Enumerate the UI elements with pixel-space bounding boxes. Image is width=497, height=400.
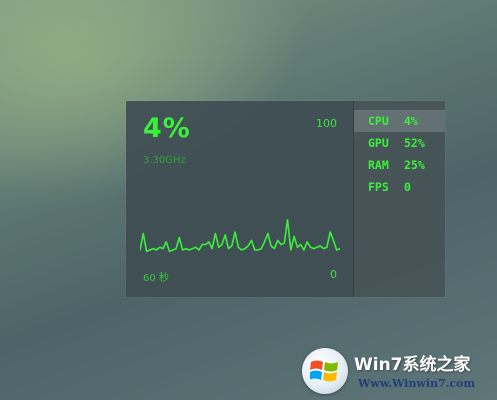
stat-value: 52% xyxy=(404,136,425,150)
graph-time-window: 60 秒 xyxy=(143,273,169,284)
stat-item-ram[interactable]: RAM 25% xyxy=(354,154,445,176)
stat-item-cpu[interactable]: CPU 4% xyxy=(354,110,445,132)
stat-label: RAM xyxy=(368,158,389,172)
watermark-site: Www.Winwin7.com xyxy=(358,377,476,390)
cpu-usage-line xyxy=(140,219,340,253)
stat-value: 0 xyxy=(404,180,411,194)
stat-value: 4% xyxy=(404,114,418,128)
windows-logo-icon xyxy=(302,348,348,394)
stat-label: GPU xyxy=(368,136,389,150)
graph-scale-min: 0 xyxy=(330,268,337,281)
stat-label: CPU xyxy=(368,114,389,128)
stat-value: 25% xyxy=(404,158,425,172)
graph-scale-max: 100 xyxy=(316,117,337,130)
performance-widget: 4% 3.30GHz 100 60 秒 0 CPU 4% GPU 52% RAM 25… xyxy=(126,101,445,297)
cpu-performance-panel: 4% 3.30GHz 100 60 秒 0 xyxy=(126,101,353,297)
cpu-frequency: 3.30GHz xyxy=(143,155,186,166)
stat-item-gpu[interactable]: GPU 52% xyxy=(354,132,445,154)
cpu-usage-percent: 4% xyxy=(143,113,191,144)
watermark-brand: Win7系统之家 xyxy=(354,355,471,375)
site-watermark: Win7系统之家 Www.Winwin7.com xyxy=(300,346,497,400)
cpu-usage-graph xyxy=(140,219,340,253)
stat-label: FPS xyxy=(368,180,389,194)
stats-list: CPU 4% GPU 52% RAM 25% FPS 0 xyxy=(353,101,445,297)
stat-item-fps[interactable]: FPS 0 xyxy=(354,176,445,198)
